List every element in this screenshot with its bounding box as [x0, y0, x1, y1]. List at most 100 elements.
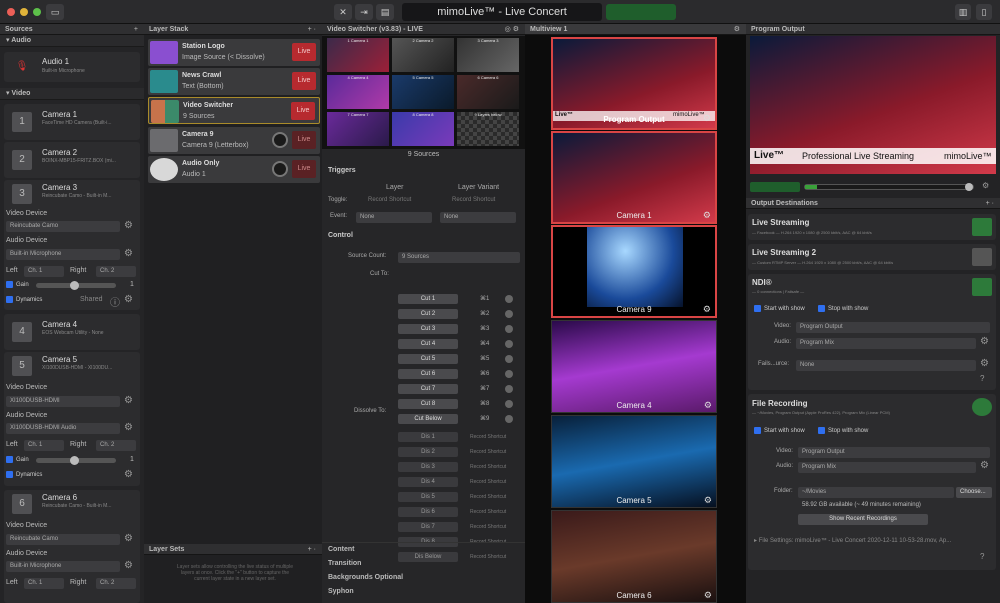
file-settings-disclosure[interactable]: ▸ File Settings: mimoLive™ - Live Concer… [754, 537, 951, 544]
variant-record-shortcut[interactable]: Record Shortcut [452, 197, 495, 203]
dissolve-button[interactable]: Dis 3 [398, 462, 458, 472]
destination-ndi[interactable]: NDI® — 0 connections | Failsafe — Start … [748, 274, 996, 390]
event-select[interactable]: None [356, 212, 432, 223]
right-channel-select[interactable]: Ch. 2 [96, 578, 136, 589]
recording-video-select[interactable]: Program Output [798, 447, 990, 458]
gain-slider[interactable] [36, 281, 116, 290]
dissolve-button[interactable]: Dis 2 [398, 447, 458, 457]
dissolve-button[interactable]: Dis 7 [398, 522, 458, 532]
gear-icon[interactable]: ⚙ [124, 395, 133, 406]
switcher-thumb-5[interactable]: 5 Camera 5 [391, 74, 455, 110]
destination-file-recording[interactable]: File Recording — ~/Movies, Program Outpu… [748, 394, 996, 570]
clear-shortcut-icon[interactable] [505, 355, 513, 363]
start-streaming-icon[interactable] [972, 218, 992, 236]
destination-live-streaming[interactable]: Live Streaming — Facebook — H.264 1920 x… [748, 214, 996, 240]
switcher-thumb-3[interactable]: 3 Camera 3 [456, 37, 520, 73]
failsafe-select[interactable]: None [796, 360, 976, 371]
clear-shortcut-icon[interactable] [505, 340, 513, 348]
gain-slider-knob[interactable] [70, 281, 79, 290]
help-icon[interactable]: ? [980, 552, 984, 561]
video-device-select[interactable]: Reincubate Camo [6, 534, 120, 545]
live-toggle-button[interactable]: Live [292, 72, 316, 90]
gear-icon[interactable]: ⚙ [982, 181, 989, 190]
left-channel-select[interactable]: Ch. 1 [24, 578, 64, 589]
volume-knob[interactable] [272, 132, 288, 148]
help-icon[interactable]: ? [980, 374, 984, 383]
output-live-button[interactable] [750, 182, 800, 192]
cut-button[interactable]: Cut 1 [398, 294, 458, 304]
cut-button[interactable]: Cut 3 [398, 324, 458, 334]
clear-shortcut-icon[interactable] [505, 295, 513, 303]
syphon-section[interactable]: Syphon [328, 588, 354, 595]
live-toggle-button[interactable]: Live [291, 102, 315, 120]
folder-path-field[interactable]: ~/Movies [798, 487, 954, 498]
cut-button[interactable]: Cut 7 [398, 384, 458, 394]
volume-knob[interactable] [272, 161, 288, 177]
record-shortcut-button[interactable]: Record Shortcut [470, 464, 506, 470]
dissolve-button[interactable]: Dis 1 [398, 432, 458, 442]
multiview-tile-camera-9[interactable]: Camera 9 ⚙ [551, 225, 717, 318]
content-section[interactable]: Content [328, 546, 354, 553]
minimize-window-button[interactable] [20, 8, 28, 16]
gear-icon[interactable]: ⚙ [124, 560, 133, 571]
source-audio-1[interactable]: 🎙 Audio 1 Built-in Microphone [4, 52, 140, 82]
source-camera-5[interactable]: 5 Camera 5 XI100DUSB-HDMI - XI100DU... V… [4, 352, 140, 486]
record-shortcut-button[interactable]: Record Shortcut [470, 434, 506, 440]
destination-live-streaming-2[interactable]: Live Streaming 2 — Custom RTMP Server — … [748, 244, 996, 270]
cut-button[interactable]: Cut 2 [398, 309, 458, 319]
left-channel-select[interactable]: Ch. 1 [24, 440, 64, 451]
gear-icon[interactable]: ⚙ [124, 220, 133, 231]
gear-icon[interactable]: ⚙ [704, 590, 712, 601]
multiview-tile-camera-6[interactable]: Camera 6 ⚙ [551, 510, 717, 603]
gear-icon[interactable]: ⚙ [980, 336, 989, 347]
clear-shortcut-icon[interactable] [505, 415, 513, 423]
ndi-active-icon[interactable] [972, 278, 992, 296]
audio-device-select[interactable]: Built-in Microphone [6, 561, 120, 572]
triggers-section[interactable]: Triggers [328, 167, 356, 174]
gear-icon[interactable]: ⚙ [124, 469, 133, 480]
clear-shortcut-icon[interactable] [505, 370, 513, 378]
sidebar-toggle-icon[interactable]: ▭ [46, 4, 64, 20]
gain-value[interactable]: 1 [130, 456, 134, 463]
choose-folder-button[interactable]: Choose... [956, 487, 992, 498]
gain-value[interactable]: 1 [130, 281, 134, 288]
right-channel-select[interactable]: Ch. 2 [96, 266, 136, 277]
video-section-header[interactable]: ▾ Video [0, 88, 144, 100]
stop-with-show-checkbox[interactable]: Stop with show [818, 427, 868, 434]
stop-with-show-checkbox[interactable]: Stop with show [818, 305, 868, 312]
source-camera-3[interactable]: 3 Camera 3 Reincubate Camo - Built-in M.… [4, 180, 140, 310]
variant-event-select[interactable]: None [440, 212, 516, 223]
dissolve-button[interactable]: Dis 6 [398, 507, 458, 517]
cross-tools-icon[interactable]: ✕ [334, 4, 352, 20]
control-section[interactable]: Control [328, 232, 353, 239]
dissolve-button[interactable]: Dis 5 [398, 492, 458, 502]
dissolve-button[interactable]: Dis 4 [398, 477, 458, 487]
ndi-audio-select[interactable]: Program Mix [796, 338, 976, 349]
gear-icon[interactable]: ⚙ [734, 24, 740, 35]
add-layer-set-button[interactable]: + · [308, 544, 316, 555]
add-source-button[interactable]: + [134, 24, 138, 35]
multiview-tile-camera-4[interactable]: Camera 4 ⚙ [551, 320, 717, 413]
switcher-settings-icon[interactable]: ◎ ⚙ [505, 24, 519, 35]
gain-checkbox[interactable]: Gain [6, 456, 29, 463]
clear-shortcut-icon[interactable] [505, 385, 513, 393]
gain-slider[interactable] [36, 456, 116, 465]
layer-video-switcher[interactable]: Video Switcher 9 Sources Live [148, 97, 320, 124]
switcher-thumb-7[interactable]: 7 Camera 7 [326, 111, 390, 147]
switcher-thumb-1[interactable]: 1 Camera 1 [326, 37, 390, 73]
cut-button[interactable]: Cut 6 [398, 369, 458, 379]
video-device-select[interactable]: XI100DUSB-HDMI [6, 396, 120, 407]
backgrounds-section[interactable]: Backgrounds Optional [328, 574, 403, 581]
cut-button[interactable]: Cut 8 [398, 399, 458, 409]
gear-icon[interactable]: ⚙ [704, 495, 712, 506]
recording-audio-select[interactable]: Program Mix [798, 462, 976, 473]
live-toggle-button[interactable]: Live [292, 160, 316, 178]
record-shortcut-button[interactable]: Record Shortcut [470, 449, 506, 455]
record-icon[interactable] [972, 398, 992, 416]
right-channel-select[interactable]: Ch. 2 [96, 440, 136, 451]
multiview-tile-camera-1[interactable]: Camera 1 ⚙ [551, 131, 717, 224]
switcher-thumb-4[interactable]: 4 Camera 4 [326, 74, 390, 110]
gear-icon[interactable]: ⚙ [703, 113, 711, 124]
start-with-show-checkbox[interactable]: Start with show [754, 305, 805, 312]
zoom-window-button[interactable] [33, 8, 41, 16]
